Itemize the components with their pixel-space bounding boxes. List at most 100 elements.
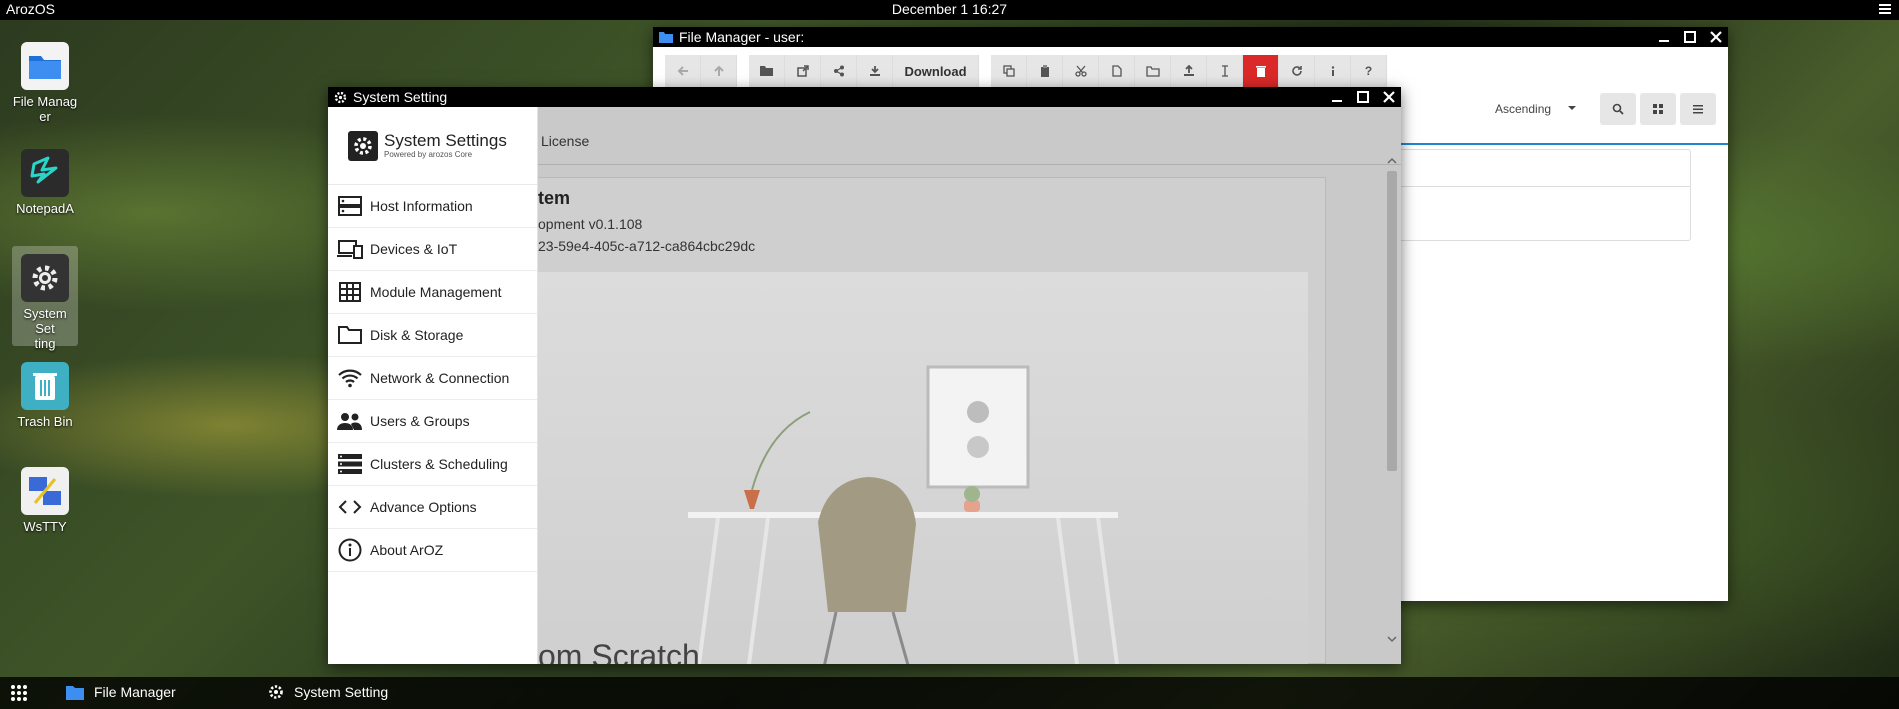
menu-icon[interactable]: [1879, 3, 1891, 15]
desktop-icon-label: System Set ting: [23, 306, 67, 351]
open-button[interactable]: [749, 55, 785, 87]
maximize-button[interactable]: [1357, 91, 1369, 103]
desktop-icon-wstty[interactable]: WsTTY: [2, 467, 88, 534]
window-title: File Manager - user:: [679, 29, 805, 45]
list-separator: [1394, 186, 1690, 187]
desktop-icon-trash-bin[interactable]: Trash Bin: [2, 362, 88, 429]
sidebar-item-label: Advance Options: [370, 499, 477, 515]
list-view-button[interactable]: [1680, 93, 1716, 125]
folder-icon: [336, 321, 364, 349]
up-button[interactable]: [701, 55, 737, 87]
server-icon: [336, 192, 364, 220]
sidebar-item-users-groups[interactable]: Users & Groups: [328, 400, 537, 443]
paste-icon: [1039, 65, 1051, 77]
taskbar-item-system-setting[interactable]: System Setting: [268, 684, 388, 700]
scissors-icon: [1074, 65, 1087, 77]
taskbar-item-file-manager[interactable]: File Manager: [66, 684, 176, 700]
gear-icon: [21, 254, 69, 302]
caret-down-icon: [1567, 103, 1577, 113]
new-folder-button[interactable]: [1135, 55, 1171, 87]
folder-icon: [66, 685, 84, 700]
folder-open-icon: [759, 65, 774, 77]
close-button[interactable]: [1710, 31, 1722, 43]
desktop-icon-system-setting[interactable]: System Set ting: [12, 246, 78, 351]
share-button[interactable]: [821, 55, 857, 87]
share-icon: [833, 65, 845, 77]
scrollbar-thumb[interactable]: [1387, 171, 1397, 471]
taskbar-item-label: File Manager: [94, 684, 176, 700]
desktop-icon-file-manager[interactable]: File Manag er: [2, 42, 88, 124]
refresh-button[interactable]: [1279, 55, 1315, 87]
settings-content: License tem opment v0.1.108 23-59e4-405c…: [538, 107, 1401, 664]
desktop-icon-label: Trash Bin: [17, 414, 73, 429]
code-icon: [336, 493, 364, 521]
system-setting-titlebar[interactable]: System Setting: [328, 87, 1401, 107]
download-icon: [869, 65, 881, 77]
os-brand[interactable]: ArozOS: [6, 1, 55, 17]
gear-icon: [348, 130, 378, 161]
top-bar: ArozOS December 1 16:27: [0, 0, 1899, 20]
maximize-button[interactable]: [1684, 31, 1696, 43]
search-button[interactable]: [1600, 93, 1636, 125]
refresh-icon: [1291, 65, 1303, 77]
sort-dropdown[interactable]: Ascending: [1489, 93, 1583, 125]
trash-icon: [1255, 65, 1267, 77]
sidebar-item-advance-options[interactable]: Advance Options: [328, 486, 537, 529]
arrow-left-icon: [677, 65, 689, 77]
help-button[interactable]: ?: [1351, 55, 1387, 87]
sidebar-item-host-information[interactable]: Host Information: [328, 185, 537, 228]
sidebar-item-network-connection[interactable]: Network & Connection: [328, 357, 537, 400]
minimize-button[interactable]: [1658, 31, 1670, 43]
sidebar-item-label: Devices & IoT: [370, 241, 458, 257]
back-button[interactable]: [665, 55, 701, 87]
gear-icon: [334, 91, 347, 104]
copy-button[interactable]: [991, 55, 1027, 87]
sidebar-item-label: Network & Connection: [370, 370, 510, 386]
folder-icon: [21, 42, 69, 90]
info-icon: [1327, 65, 1339, 77]
arrow-up-icon: [713, 65, 725, 77]
rename-button[interactable]: [1207, 55, 1243, 87]
file-manager-titlebar[interactable]: File Manager - user:: [653, 27, 1728, 47]
desktop-icon-label: WsTTY: [23, 519, 67, 534]
info-button[interactable]: [1315, 55, 1351, 87]
sidebar-item-disk-storage[interactable]: Disk & Storage: [328, 314, 537, 357]
sidebar-item-label: About ArOZ: [370, 542, 444, 558]
download-button[interactable]: Download: [893, 55, 979, 87]
sidebar-item-clusters-scheduling[interactable]: Clusters & Scheduling: [328, 443, 537, 486]
tab-license[interactable]: License: [541, 133, 589, 149]
sidebar-item-label: Disk & Storage: [370, 327, 464, 343]
sidebar-item-about-aroz[interactable]: About ArOZ: [328, 529, 537, 572]
upload-button[interactable]: [1171, 55, 1207, 87]
minimize-button[interactable]: [1331, 91, 1343, 103]
system-title: tem: [538, 188, 571, 208]
settings-sidebar: System Settings Powered by arozos Core H…: [328, 107, 538, 664]
cluster-icon: [336, 450, 364, 478]
chevron-up-icon: [1385, 155, 1399, 167]
search-icon: [1612, 103, 1624, 115]
sidebar-item-devices-iot[interactable]: Devices & IoT: [328, 228, 537, 271]
download-icon-button[interactable]: [857, 55, 893, 87]
cut-button[interactable]: [1063, 55, 1099, 87]
close-button[interactable]: [1383, 91, 1395, 103]
file-icon: [1111, 65, 1123, 77]
uuid-text: 23-59e4-405c-a712-ca864cbc29dc: [538, 238, 756, 254]
sidebar-title: System Settings: [384, 131, 507, 150]
desktop-icon-notepada[interactable]: NotepadA: [2, 149, 88, 216]
sidebar-item-module-management[interactable]: Module Management: [328, 271, 537, 314]
new-file-button[interactable]: [1099, 55, 1135, 87]
scrollbar[interactable]: [1385, 155, 1399, 645]
banner-text: om Scratch: [538, 638, 700, 664]
trash-icon: [21, 362, 69, 410]
external-link-icon: [796, 65, 809, 77]
delete-button[interactable]: [1243, 55, 1279, 87]
open-new-window-button[interactable]: [785, 55, 821, 87]
text-cursor-icon: [1219, 65, 1231, 77]
clock: December 1 16:27: [891, 1, 1008, 17]
grid-view-button[interactable]: [1640, 93, 1676, 125]
app-launcher-icon[interactable]: [10, 684, 28, 702]
paste-button[interactable]: [1027, 55, 1063, 87]
wifi-icon: [336, 364, 364, 392]
file-list: [1393, 149, 1691, 241]
desktop-icon-label: NotepadA: [16, 201, 74, 216]
